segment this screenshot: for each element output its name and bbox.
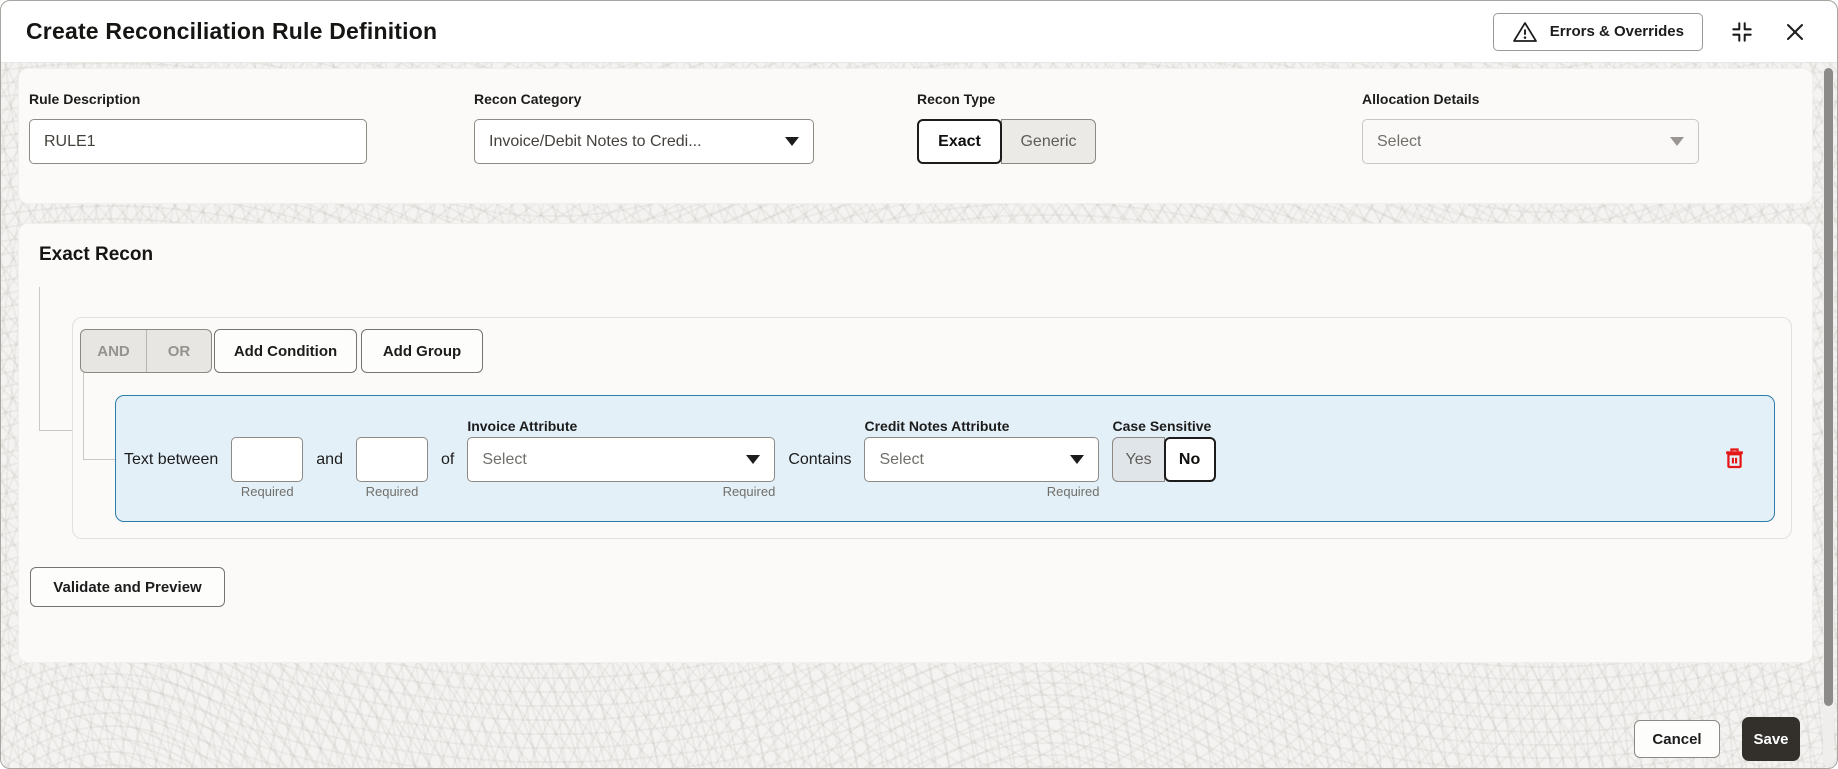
chevron-down-icon	[785, 137, 799, 146]
invoice-attribute-placeholder: Select	[482, 450, 527, 468]
or-option[interactable]: OR	[146, 330, 211, 372]
rule-header-panel: Rule Description Recon Category Invoice/…	[18, 68, 1813, 204]
end-index-field: Required	[355, 417, 428, 500]
scrollbar-thumb[interactable]	[1824, 68, 1833, 706]
allocation-details-field: Allocation Details Select	[1362, 89, 1699, 164]
required-hint: Required	[1046, 484, 1100, 499]
collapse-icon[interactable]	[1727, 17, 1757, 47]
allocation-details-select: Select	[1362, 119, 1699, 164]
invoice-attribute-label: Invoice Attribute	[467, 418, 578, 434]
credit-notes-attribute-label: Credit Notes Attribute	[864, 418, 1010, 434]
section-title: Exact Recon	[39, 244, 154, 265]
recon-type-option-exact[interactable]: Exact	[917, 119, 1002, 164]
recon-category-value: Invoice/Debit Notes to Credi...	[489, 132, 702, 150]
delete-condition-button[interactable]	[1721, 445, 1748, 472]
tree-connector-horizontal	[39, 430, 72, 431]
add-condition-button[interactable]: Add Condition	[214, 329, 357, 373]
cancel-button[interactable]: Cancel	[1634, 720, 1720, 758]
create-reconciliation-rule-dialog: Create Reconciliation Rule Definition Er…	[0, 0, 1838, 769]
recon-type-field: Recon Type Exact Generic	[917, 89, 1096, 164]
chevron-down-icon	[1070, 455, 1085, 464]
warning-icon	[1512, 20, 1538, 44]
scrollbar-track[interactable]	[1823, 66, 1834, 766]
and-option[interactable]: AND	[81, 330, 146, 372]
dialog-header: Create Reconciliation Rule Definition Er…	[1, 1, 1837, 63]
condition-prefix: Text between	[124, 417, 218, 500]
invoice-attribute-field: Invoice Attribute Select Required	[467, 417, 776, 500]
validate-and-preview-button[interactable]: Validate and Preview	[30, 567, 225, 607]
case-sensitive-label: Case Sensitive	[1112, 418, 1212, 434]
allocation-details-label: Allocation Details	[1362, 91, 1480, 107]
required-hint: Required	[365, 484, 419, 499]
credit-notes-attribute-select[interactable]: Select	[864, 437, 1100, 482]
condition-group: AND OR Add Condition Add Group Text betw…	[72, 317, 1792, 539]
tree-connector-vertical	[83, 373, 84, 460]
recon-type-label: Recon Type	[917, 91, 996, 107]
text-between-label: Text between	[124, 450, 219, 468]
credit-notes-attribute-placeholder: Select	[879, 450, 924, 468]
recon-type-option-generic[interactable]: Generic	[1001, 119, 1096, 164]
exact-recon-panel: Exact Recon AND OR Add Condition Add Gro…	[18, 223, 1813, 663]
required-hint: Required	[722, 484, 776, 499]
rule-description-label: Rule Description	[29, 91, 141, 107]
end-index-input[interactable]	[355, 437, 428, 482]
required-hint: Required	[240, 484, 294, 499]
errors-overrides-button[interactable]: Errors & Overrides	[1492, 12, 1703, 51]
errors-overrides-label: Errors & Overrides	[1549, 23, 1684, 40]
and-label: and	[316, 450, 343, 468]
recon-category-field: Recon Category Invoice/Debit Notes to Cr…	[474, 89, 814, 164]
and-text: and	[316, 417, 343, 500]
case-sensitive-option-yes[interactable]: Yes	[1112, 437, 1165, 482]
case-sensitive-field: Case Sensitive Yes No	[1112, 417, 1216, 500]
recon-category-select[interactable]: Invoice/Debit Notes to Credi...	[474, 119, 814, 164]
rule-description-field: Rule Description	[29, 89, 367, 164]
close-icon[interactable]	[1781, 18, 1809, 46]
add-group-button[interactable]: Add Group	[361, 329, 483, 373]
case-sensitive-option-no[interactable]: No	[1163, 437, 1216, 482]
start-index-input[interactable]	[231, 437, 304, 482]
invoice-attribute-select[interactable]: Select	[467, 437, 776, 482]
of-text: of	[441, 417, 454, 500]
and-or-toggle: AND OR	[80, 329, 212, 373]
of-label: of	[440, 450, 455, 468]
recon-category-label: Recon Category	[474, 91, 582, 107]
chevron-down-icon	[1670, 137, 1684, 146]
allocation-details-placeholder: Select	[1377, 132, 1422, 150]
trash-icon	[1726, 448, 1743, 469]
recon-type-toggle: Exact Generic	[917, 119, 1096, 164]
credit-notes-attribute-field: Credit Notes Attribute Select Required	[864, 417, 1100, 500]
rule-description-input[interactable]	[29, 119, 367, 164]
tree-connector-horizontal	[83, 459, 115, 460]
tree-connector-vertical	[39, 287, 40, 431]
condition-row: Text between Required and Required of In…	[115, 395, 1775, 522]
contains-label: Contains	[788, 450, 852, 468]
chevron-down-icon	[746, 455, 761, 464]
page-title: Create Reconciliation Rule Definition	[26, 18, 438, 44]
save-button[interactable]: Save	[1742, 717, 1800, 761]
start-index-field: Required	[231, 417, 304, 500]
operator-text: Contains	[788, 417, 851, 500]
